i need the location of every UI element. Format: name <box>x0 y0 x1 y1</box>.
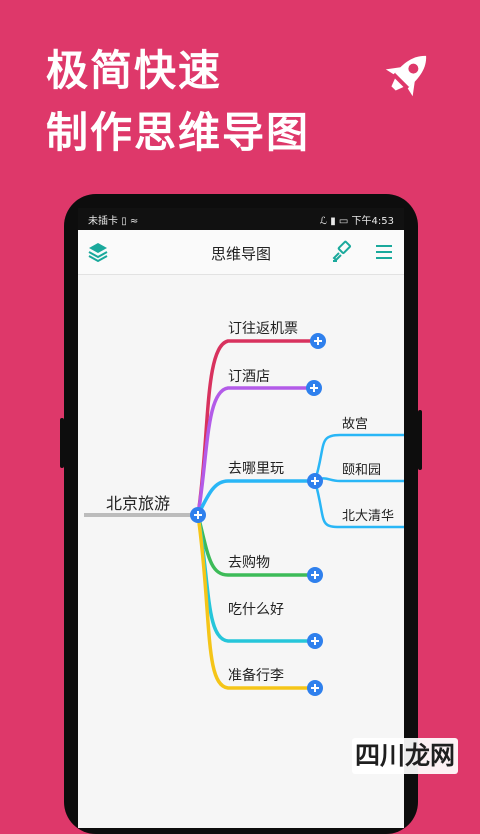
bluetooth-icon: ℒ <box>319 216 327 227</box>
branch-node-flight[interactable]: 订往返机票 <box>228 318 298 338</box>
status-right: ℒ ▮ ▭ 下午4:53 <box>320 212 394 227</box>
battery-icon: ▭ <box>338 216 349 227</box>
sub-node-beida[interactable]: 北大清华 <box>342 505 394 524</box>
branch-node-shopping[interactable]: 去购物 <box>228 552 270 572</box>
add-button-flight[interactable] <box>310 333 326 349</box>
wifi-icon: ≈ <box>129 216 139 227</box>
headline-line-1: 极简快速 <box>46 46 223 95</box>
branch-node-food[interactable]: 吃什么好 <box>228 599 284 619</box>
status-bar: 未插卡 ▯ ≈ ℒ ▮ ▭ 下午4:53 <box>78 208 404 230</box>
branch-node-hotel[interactable]: 订酒店 <box>228 366 270 386</box>
add-button-hotel[interactable] <box>306 380 322 396</box>
add-button-luggage[interactable] <box>307 680 323 696</box>
add-button-root[interactable] <box>190 507 206 523</box>
menu-icon[interactable] <box>372 240 396 264</box>
brush-icon[interactable] <box>330 240 354 264</box>
branch-line-hotel <box>196 386 314 516</box>
sub-node-yiheyuan[interactable]: 颐和园 <box>342 459 381 478</box>
add-button-food[interactable] <box>307 633 323 649</box>
headline-line-2: 制作思维导图 <box>46 108 311 157</box>
sub-node-gugong[interactable]: 故宫 <box>342 413 368 432</box>
branch-node-luggage[interactable]: 准备行李 <box>228 665 284 685</box>
time-text: 下午4:53 <box>351 216 394 227</box>
phone-screen: 未插卡 ▯ ≈ ℒ ▮ ▭ 下午4:53 思维导图 北京旅游 订往返机票 订酒店… <box>78 208 404 828</box>
branch-line-food <box>196 514 315 643</box>
branch-line-where <box>196 479 315 516</box>
vibrate-icon: ▮ <box>330 216 336 227</box>
watermark: 四川龙网 <box>352 738 458 774</box>
branch-node-where[interactable]: 去哪里玩 <box>228 458 284 478</box>
root-node[interactable]: 北京旅游 <box>106 490 170 514</box>
carrier-text: 未插卡 <box>88 216 118 227</box>
sim-icon: ▯ <box>121 216 127 227</box>
sub-line-yiheyuan <box>314 477 404 483</box>
page-title: 思维导图 <box>210 245 271 263</box>
app-toolbar: 思维导图 <box>78 230 404 275</box>
add-button-where[interactable] <box>307 473 323 489</box>
add-button-shopping[interactable] <box>307 567 323 583</box>
rocket-icon <box>385 55 427 97</box>
status-left: 未插卡 ▯ ≈ <box>88 212 138 227</box>
phone-volume-button <box>418 410 422 470</box>
